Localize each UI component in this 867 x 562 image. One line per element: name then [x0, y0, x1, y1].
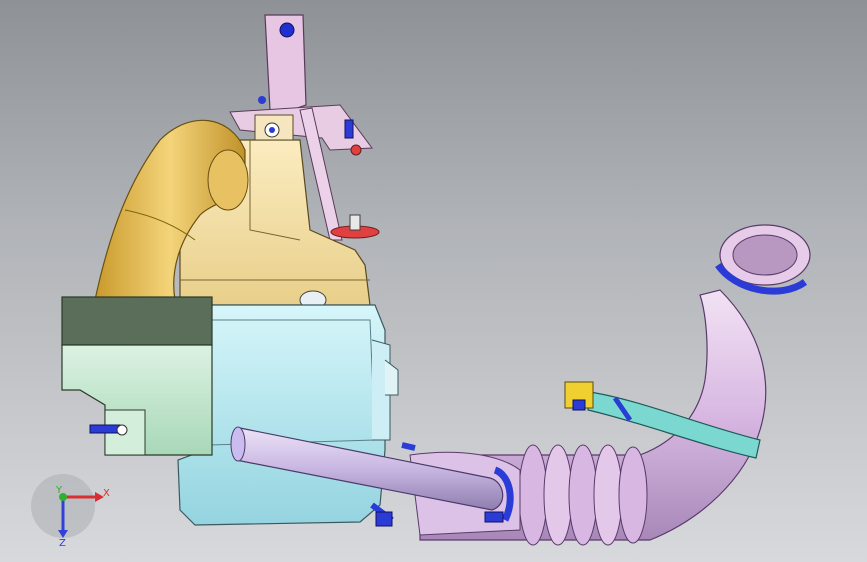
cad-viewport[interactable]: X Y Z [0, 0, 867, 562]
triad-z-label: Z [59, 538, 66, 549]
coordinate-triad: X Y Z [31, 474, 110, 549]
resonator-box[interactable] [61, 296, 213, 456]
triad-y-label: Y [55, 485, 63, 496]
triad-x-label: X [103, 488, 110, 499]
